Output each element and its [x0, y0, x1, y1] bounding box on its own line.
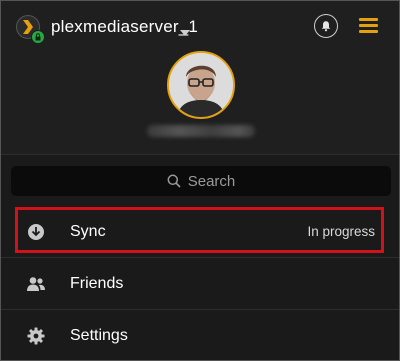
- hamburger-menu-icon[interactable]: [359, 18, 378, 34]
- search-icon: [167, 174, 181, 188]
- server-name[interactable]: plexmediaserver_1: [51, 17, 198, 37]
- search-bar[interactable]: Search: [11, 166, 391, 196]
- avatar[interactable]: [167, 51, 235, 119]
- menu-bar: [359, 30, 378, 33]
- menu-item-friends[interactable]: Friends: [1, 258, 399, 309]
- sync-label: Sync: [70, 222, 106, 240]
- settings-label: Settings: [70, 326, 128, 344]
- app-frame: plexmediaserver_1 Search Sync In progres…: [0, 0, 400, 361]
- lock-icon: [31, 30, 45, 44]
- chevron-down-icon[interactable]: [180, 23, 190, 41]
- menu-panel: Search Sync In progress Friends Settings: [1, 154, 399, 360]
- menu-item-sync[interactable]: Sync In progress: [1, 206, 399, 257]
- gear-icon: [25, 325, 47, 347]
- sync-status: In progress: [307, 224, 375, 239]
- menu-bar: [359, 18, 378, 21]
- download-circle-icon: [25, 221, 47, 243]
- bell-icon[interactable]: [314, 14, 338, 38]
- menu-item-settings[interactable]: Settings: [1, 310, 399, 360]
- search-placeholder: Search: [187, 172, 236, 190]
- account-header: plexmediaserver_1: [1, 1, 399, 153]
- friends-label: Friends: [70, 274, 124, 292]
- menu-bar: [359, 24, 378, 27]
- username-redacted: [147, 125, 255, 137]
- friends-icon: [25, 273, 47, 295]
